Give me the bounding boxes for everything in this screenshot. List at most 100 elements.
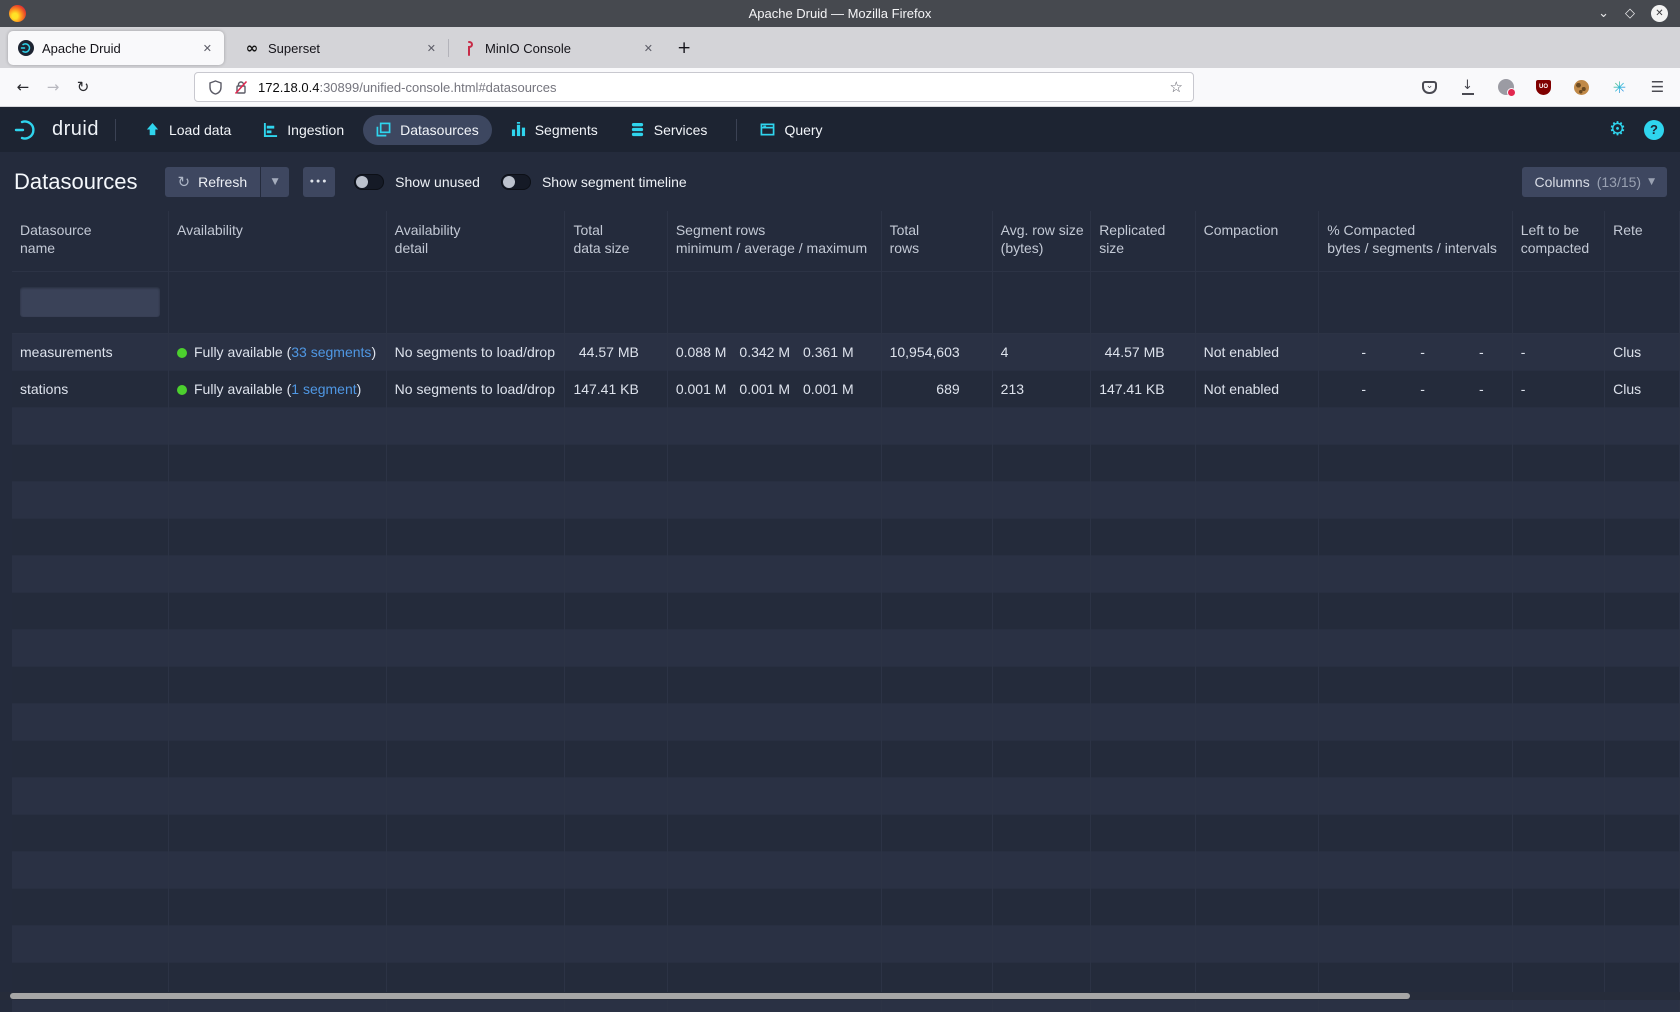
more-actions-button[interactable]: ●●● — [303, 167, 335, 197]
tab-close-icon[interactable]: ✕ — [423, 40, 440, 57]
columns-picker-button[interactable]: Columns (13/15) ▼ — [1522, 167, 1667, 197]
empty-cell — [992, 777, 1091, 814]
column-header-availability_detail[interactable]: Availabilitydetail — [386, 211, 565, 271]
horizontal-scrollbar[interactable] — [0, 992, 1680, 1000]
table-row[interactable]: measurementsFully available (33 segments… — [12, 333, 1680, 370]
empty-cell — [667, 703, 881, 740]
window-title: Apache Druid — Mozilla Firefox — [0, 6, 1680, 21]
empty-cell — [1195, 925, 1319, 962]
show-segment-timeline-toggle[interactable] — [501, 174, 531, 190]
empty-cell — [992, 592, 1091, 629]
nav-item-segments[interactable]: Segments — [498, 115, 611, 145]
bookmark-star-icon[interactable]: ☆ — [1170, 78, 1183, 96]
superset-favicon: ∞ — [244, 40, 260, 56]
table-row[interactable]: stationsFully available (1 segment)No se… — [12, 370, 1680, 407]
empty-cell — [1512, 777, 1604, 814]
pocket-icon[interactable]: ⌄ — [1421, 79, 1438, 96]
empty-cell — [386, 592, 565, 629]
back-button[interactable]: ← — [8, 78, 38, 96]
segments-link[interactable]: 33 segments — [291, 344, 371, 360]
menu-hamburger-icon[interactable]: ☰ — [1649, 79, 1666, 96]
tab-close-icon[interactable]: ✕ — [199, 40, 216, 57]
empty-cell — [1195, 629, 1319, 666]
column-header-left_to_be_compacted[interactable]: Left to becompacted — [1512, 211, 1604, 271]
new-tab-button[interactable]: + — [677, 38, 691, 58]
extension-icon[interactable] — [1497, 79, 1514, 96]
empty-cell — [386, 851, 565, 888]
url-text[interactable]: 172.18.0.4:30899/unified-console.html#da… — [258, 80, 1170, 95]
window-maximize-icon[interactable]: ◇ — [1625, 7, 1635, 20]
empty-row — [12, 999, 1680, 1012]
nav-item-query[interactable]: Query — [747, 115, 835, 145]
tab-close-icon[interactable]: ✕ — [640, 40, 657, 57]
empty-cell — [169, 481, 387, 518]
column-header-availability[interactable]: Availability — [169, 211, 387, 271]
refresh-button[interactable]: ↻ Refresh — [165, 167, 261, 197]
window-close-icon[interactable]: ✕ — [1651, 5, 1668, 22]
empty-cell — [1512, 629, 1604, 666]
extension-asterisk-icon[interactable]: ✳ — [1611, 79, 1628, 96]
empty-cell — [12, 481, 169, 518]
settings-gear-icon[interactable]: ⚙ — [1609, 120, 1626, 139]
empty-cell — [12, 740, 169, 777]
empty-cell — [12, 444, 169, 481]
minio-favicon — [461, 40, 477, 56]
filter-cell-total_rows — [881, 271, 992, 333]
url-bar[interactable]: 172.18.0.4:30899/unified-console.html#da… — [194, 72, 1194, 102]
nav-item-ingestion[interactable]: Ingestion — [250, 115, 357, 145]
empty-cell — [386, 999, 565, 1012]
datasource-name-filter-input[interactable] — [20, 287, 160, 317]
downloads-icon[interactable]: ↓ — [1459, 79, 1476, 96]
empty-cell — [1195, 814, 1319, 851]
empty-cell — [1512, 481, 1604, 518]
ublock-icon[interactable]: UO — [1535, 79, 1552, 96]
empty-cell — [1091, 888, 1195, 925]
empty-cell — [1512, 407, 1604, 444]
empty-cell — [169, 518, 387, 555]
column-header-retention[interactable]: Rete — [1605, 211, 1680, 271]
reload-button[interactable]: ↻ — [68, 78, 98, 96]
horizontal-scrollbar-thumb[interactable] — [10, 993, 1410, 999]
segments-link[interactable]: 1 segment — [291, 381, 356, 397]
column-header-replicated_size[interactable]: Replicatedsize — [1091, 211, 1195, 271]
empty-cell — [12, 814, 169, 851]
column-header-compaction[interactable]: Compaction — [1195, 211, 1319, 271]
cell-name[interactable]: measurements — [12, 333, 169, 370]
insecure-lock-icon[interactable] — [234, 80, 248, 95]
forward-button[interactable]: → — [38, 78, 68, 96]
empty-cell — [1605, 481, 1680, 518]
empty-row — [12, 481, 1680, 518]
column-header-segment_rows[interactable]: Segment rowsminimum / average / maximum — [667, 211, 881, 271]
show-unused-toggle[interactable] — [354, 174, 384, 190]
empty-cell — [1091, 555, 1195, 592]
column-header-avg_row_size[interactable]: Avg. row size(bytes) — [992, 211, 1091, 271]
empty-cell — [992, 444, 1091, 481]
filter-cell-name — [12, 271, 169, 333]
nav-item-load-data[interactable]: Load data — [132, 115, 244, 145]
column-header-total_data_size[interactable]: Totaldata size — [565, 211, 667, 271]
empty-cell — [667, 851, 881, 888]
cell-name[interactable]: stations — [12, 370, 169, 407]
filter-cell-segment_rows — [667, 271, 881, 333]
nav-item-services[interactable]: Services — [617, 115, 721, 145]
tab-minio-console[interactable]: MinIO Console ✕ — [449, 31, 665, 65]
empty-cell — [386, 814, 565, 851]
empty-cell — [1195, 407, 1319, 444]
cookie-extension-icon[interactable] — [1573, 79, 1590, 96]
cell-availability: Fully available (33 segments) — [169, 333, 387, 370]
column-header-name[interactable]: Datasourcename — [12, 211, 169, 271]
window-minimize-icon[interactable]: ⌄ — [1598, 7, 1609, 20]
help-icon[interactable]: ? — [1644, 120, 1664, 140]
nav-item-datasources[interactable]: Datasources — [363, 115, 492, 145]
tab-superset[interactable]: ∞ Superset ✕ — [232, 31, 448, 65]
shield-icon[interactable] — [209, 80, 222, 95]
druid-logo[interactable]: druid — [14, 118, 99, 142]
tab-apache-druid[interactable]: Apache Druid ✕ — [8, 31, 224, 65]
empty-cell — [992, 814, 1091, 851]
column-header-pct_compacted[interactable]: % Compactedbytes / segments / intervals — [1319, 211, 1513, 271]
empty-cell — [565, 444, 667, 481]
column-header-total_rows[interactable]: Totalrows — [881, 211, 992, 271]
empty-cell — [881, 740, 992, 777]
empty-cell — [1319, 444, 1513, 481]
refresh-dropdown-button[interactable]: ▼ — [261, 167, 289, 197]
